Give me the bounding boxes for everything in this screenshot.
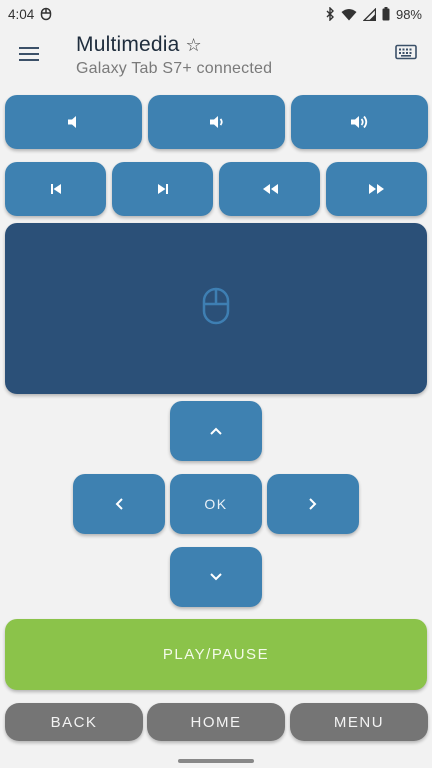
notification-icon [40,7,52,21]
mouse-icon [202,287,230,330]
volume-mute-icon [65,113,83,131]
status-time: 4:04 [8,6,35,22]
fast-forward-icon [367,182,387,196]
home-button[interactable]: HOME [147,703,285,741]
play-pause-button[interactable]: PLAY/PAUSE [5,619,427,690]
keyboard-icon[interactable] [395,44,419,64]
volume-mute-button[interactable] [5,95,142,149]
signal-icon [362,7,376,21]
menu-button[interactable]: MENU [290,703,428,741]
dpad-left-button[interactable] [73,474,165,534]
page-title-text: Multimedia [76,33,180,56]
chevron-right-icon [308,497,318,511]
chevron-down-icon [209,572,223,582]
play-pause-label: PLAY/PAUSE [162,646,270,663]
dpad-right-button[interactable] [267,474,359,534]
rewind-icon [260,182,280,196]
battery-percent: 98% [395,6,422,22]
back-label: BACK [50,713,98,731]
volume-down-icon [207,113,227,131]
volume-down-button[interactable] [148,95,285,149]
skip-next-button[interactable] [112,162,213,216]
status-bar-left: 4:04 [8,7,52,22]
rewind-button[interactable] [219,162,320,216]
ok-label: OK [204,496,228,512]
volume-up-button[interactable] [291,95,428,149]
bluetooth-icon [325,7,335,21]
status-bar: 4:04 98% [0,0,432,28]
wifi-icon [341,8,357,21]
menu-label: MENU [333,713,385,731]
connection-status: Galaxy Tab S7+ connected [76,60,273,77]
star-icon[interactable]: ☆ [186,35,202,55]
back-button[interactable]: BACK [5,703,143,741]
chevron-left-icon [114,497,124,511]
app-bar: Multimedia ☆ Galaxy Tab S7+ connected [0,28,432,90]
home-label: HOME [190,713,242,731]
dpad-down-button[interactable] [170,547,262,607]
page-title: Multimedia ☆ [76,33,202,57]
skip-previous-icon [48,182,64,196]
fast-forward-button[interactable] [326,162,427,216]
battery-icon [382,7,390,21]
volume-up-icon [349,113,371,131]
hamburger-menu-icon[interactable] [17,42,41,66]
status-bar-right: 98% [325,7,422,22]
touchpad[interactable] [5,223,427,394]
dpad-ok-button[interactable]: OK [170,474,262,534]
dpad-up-button[interactable] [170,401,262,461]
skip-next-icon [155,182,171,196]
chevron-up-icon [209,426,223,436]
gesture-home-indicator[interactable] [178,759,254,763]
skip-previous-button[interactable] [5,162,106,216]
